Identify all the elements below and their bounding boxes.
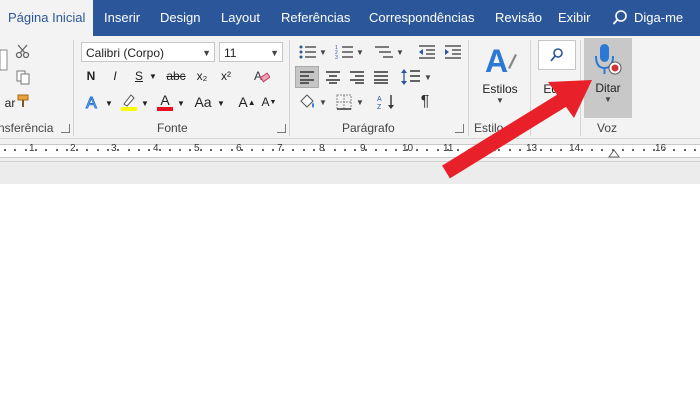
annotation-arrow-icon <box>442 80 592 179</box>
